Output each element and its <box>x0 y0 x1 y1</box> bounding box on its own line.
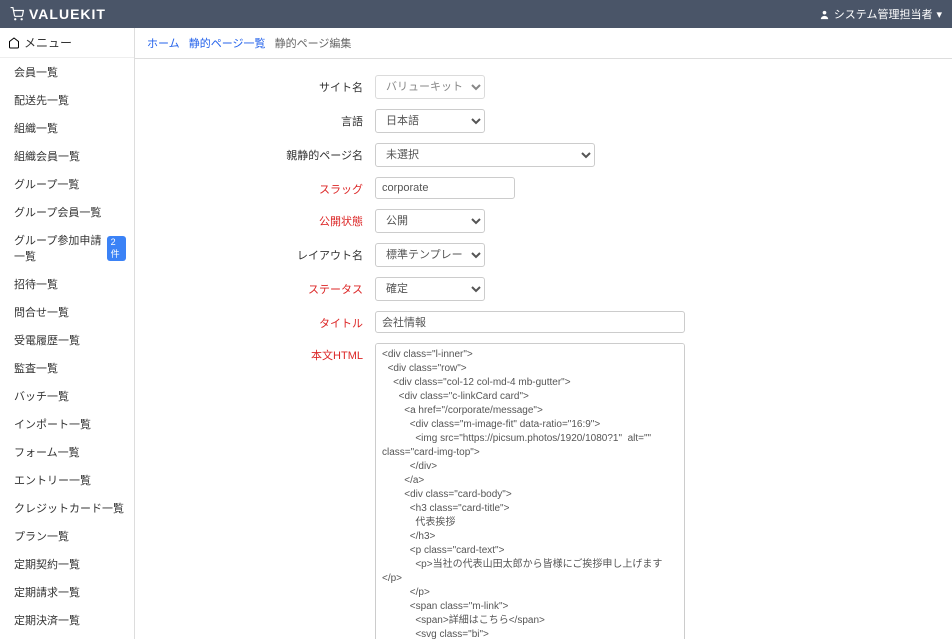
sidebar-item[interactable]: バッチ一覧 <box>0 382 134 410</box>
select-lang[interactable]: 日本語 <box>375 109 485 133</box>
sidebar-item[interactable]: 組織一覧 <box>0 114 134 142</box>
label-site: サイト名 <box>135 75 375 95</box>
label-publish: 公開状態 <box>135 209 375 229</box>
sidebar-item-group-apply[interactable]: グループ参加申請一覧 2件 <box>0 226 134 270</box>
sidebar-item[interactable]: グループ一覧 <box>0 170 134 198</box>
sidebar-item[interactable]: 会員一覧 <box>0 58 134 86</box>
sidebar-item[interactable]: プラン一覧 <box>0 522 134 550</box>
user-label: システム管理担当者 <box>834 6 933 22</box>
textarea-body[interactable]: <div class="l-inner"> <div class="row"> … <box>375 343 685 639</box>
label-status: ステータス <box>135 277 375 297</box>
cart-icon <box>10 7 24 21</box>
select-status[interactable]: 確定 <box>375 277 485 301</box>
sidebar-item[interactable]: エントリー一覧 <box>0 466 134 494</box>
sidebar: メニュー 会員一覧配送先一覧組織一覧組織会員一覧グループ一覧グループ会員一覧 グ… <box>0 28 135 639</box>
label-slug: スラッグ <box>135 177 375 197</box>
select-publish[interactable]: 公開 <box>375 209 485 233</box>
sidebar-item[interactable]: 招待一覧 <box>0 270 134 298</box>
sidebar-item[interactable]: 受電履歴一覧 <box>0 326 134 354</box>
user-icon <box>819 9 830 20</box>
sidebar-item[interactable]: インポート一覧 <box>0 410 134 438</box>
sidebar-item[interactable]: 定期決済一覧 <box>0 606 134 634</box>
label-lang: 言語 <box>135 109 375 129</box>
input-slug[interactable] <box>375 177 515 199</box>
input-title[interactable] <box>375 311 685 333</box>
sidebar-item[interactable]: 監査一覧 <box>0 354 134 382</box>
select-site[interactable]: バリューキット <box>375 75 485 99</box>
breadcrumb-list[interactable]: 静的ページ一覧 <box>189 38 266 50</box>
sidebar-item[interactable]: 配送先一覧 <box>0 86 134 114</box>
sidebar-item[interactable]: フォーム一覧 <box>0 438 134 466</box>
label-title: タイトル <box>135 311 375 331</box>
sidebar-item[interactable]: 問合せ一覧 <box>0 298 134 326</box>
sidebar-item[interactable]: 組織会員一覧 <box>0 142 134 170</box>
sidebar-item[interactable]: 通知一覧 <box>0 634 134 639</box>
label-parent: 親静的ページ名 <box>135 143 375 163</box>
select-layout[interactable]: 標準テンプレート <box>375 243 485 267</box>
breadcrumb-current: 静的ページ編集 <box>275 38 352 50</box>
sidebar-header-menu: メニュー <box>0 28 134 58</box>
badge: 2件 <box>107 236 126 261</box>
select-parent[interactable]: 未選択 <box>375 143 595 167</box>
sidebar-item[interactable]: 定期契約一覧 <box>0 550 134 578</box>
caret-down-icon: ▾ <box>936 8 942 21</box>
sidebar-item[interactable]: 定期請求一覧 <box>0 578 134 606</box>
sidebar-item[interactable]: クレジットカード一覧 <box>0 494 134 522</box>
breadcrumb: ホーム 静的ページ一覧 静的ページ編集 <box>135 28 952 59</box>
user-menu[interactable]: システム管理担当者 ▾ <box>819 6 942 22</box>
brand: VALUEKIT <box>10 6 106 22</box>
sidebar-item[interactable]: グループ会員一覧 <box>0 198 134 226</box>
label-body: 本文HTML <box>135 343 375 363</box>
label-layout: レイアウト名 <box>135 243 375 263</box>
breadcrumb-home[interactable]: ホーム <box>147 38 180 50</box>
home-icon <box>8 37 20 49</box>
